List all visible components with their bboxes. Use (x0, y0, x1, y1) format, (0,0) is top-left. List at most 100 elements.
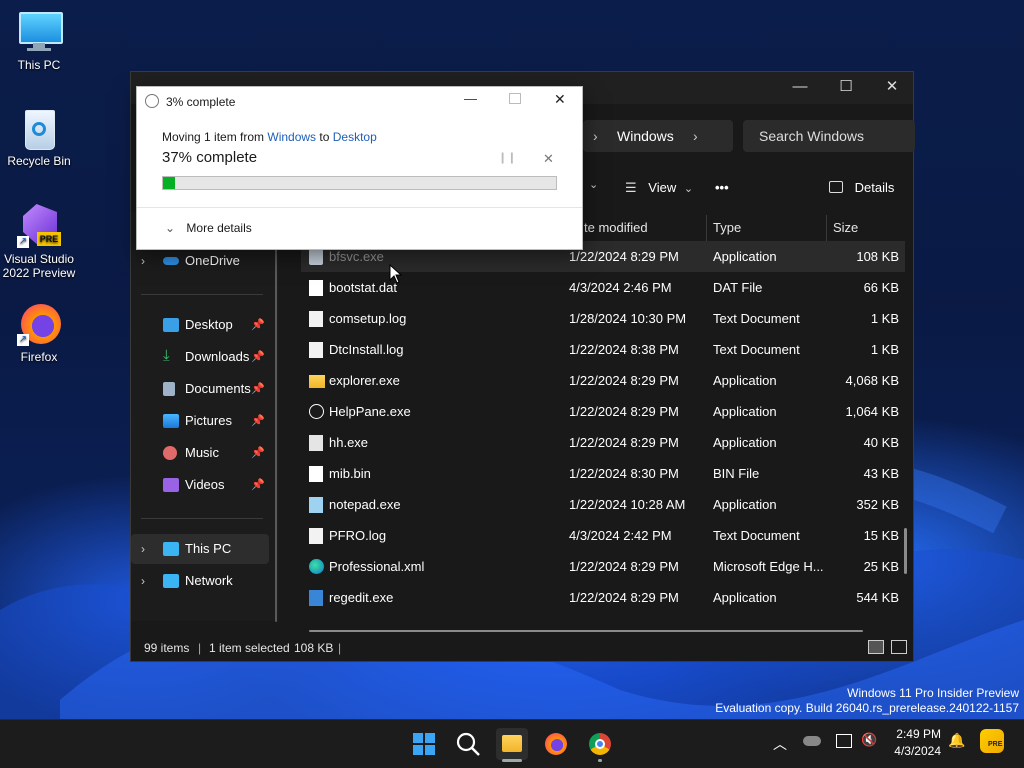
chevron-right-icon: › (141, 254, 145, 268)
desktop-icon-label: Recycle Bin (7, 154, 71, 168)
vertical-scrollbar[interactable] (904, 528, 907, 574)
desktop-icon-label: Visual Studio 2022 Preview (2, 252, 76, 280)
breadcrumb-windows[interactable]: Windows (617, 120, 674, 152)
destination-link[interactable]: Desktop (333, 130, 377, 144)
cancel-button[interactable]: ✕ (543, 151, 554, 167)
dialog-title: 3% complete (166, 95, 236, 109)
column-header-type[interactable]: Type (713, 215, 741, 241)
more-details-button[interactable]: ⌄ More details (165, 221, 252, 235)
table-row[interactable]: Professional.xml 1/22/2024 8:29 PM Microso… (301, 551, 905, 582)
search-input[interactable]: Search Windows (759, 120, 864, 152)
nav-item-this-pc[interactable]: › This PC (131, 534, 269, 564)
nav-item-music[interactable]: Music 📌 (131, 438, 269, 468)
video-icon (163, 478, 179, 492)
start-button[interactable] (408, 728, 440, 760)
file-name: PFRO.log (329, 528, 387, 543)
table-row[interactable]: mib.bin 1/22/2024 8:30 PM BIN File 43 KB (301, 458, 905, 489)
notification-bell-icon[interactable]: 🔔 (948, 732, 965, 749)
maximize-button[interactable]: ☐ (823, 72, 869, 102)
file-type: BIN File (713, 466, 760, 481)
network-tray-icon[interactable] (836, 734, 852, 748)
column-header-size[interactable]: Size (833, 215, 858, 241)
nav-item-desktop[interactable]: Desktop 📌 (131, 310, 269, 340)
file-name: mib.bin (329, 466, 371, 481)
hh-icon (309, 435, 323, 451)
pause-button[interactable]: ❙❙ (498, 151, 516, 164)
firefox-taskbar-button[interactable] (540, 728, 572, 760)
recycle-bin-icon (17, 106, 61, 150)
volume-muted-icon[interactable]: 🔇 (861, 732, 877, 748)
nav-item-pictures[interactable]: Pictures 📌 (131, 406, 269, 436)
file-name: Professional.xml (329, 559, 425, 574)
file-date: 1/22/2024 8:29 PM (569, 435, 679, 450)
percent-complete: 37% complete (162, 149, 258, 166)
table-row[interactable]: comsetup.log 1/28/2024 10:30 PM Text Docum… (301, 303, 905, 334)
source-link[interactable]: Windows (267, 130, 316, 144)
table-row[interactable]: explorer.exe 1/22/2024 8:29 PM Application… (301, 365, 905, 396)
nav-item-downloads[interactable]: ⤓ Downloads 📌 (131, 342, 269, 372)
table-row[interactable]: PFRO.log 4/3/2024 2:42 PM Text Document 15 … (301, 520, 905, 551)
moving-description: Moving 1 item from Windows to Desktop (162, 130, 377, 144)
desktop-icon-this-pc[interactable]: This PC (0, 10, 78, 72)
clock-time[interactable]: 2:49 PM (895, 727, 941, 741)
desktop-icon-firefox[interactable]: ↗ Firefox (0, 302, 78, 364)
chevron-right-icon: › (593, 128, 598, 144)
nav-scrollbar[interactable] (275, 242, 277, 622)
table-row[interactable]: notepad.exe 1/22/2024 10:28 AM Application… (301, 489, 905, 520)
nav-item-videos[interactable]: Videos 📌 (131, 470, 269, 500)
desktop-icon-visual-studio[interactable]: PRE ↗ Visual Studio 2022 Preview (0, 204, 78, 280)
file-icon (309, 466, 323, 482)
file-name: notepad.exe (329, 497, 401, 512)
file-size: 1,064 KB (845, 404, 900, 419)
table-row[interactable]: hh.exe 1/22/2024 8:29 PM Application 40 KB (301, 427, 905, 458)
clock-date[interactable]: 4/3/2024 (889, 744, 941, 758)
search-box[interactable]: Search Windows (743, 120, 915, 152)
file-type: Text Document (713, 342, 800, 357)
table-row[interactable]: DtcInstall.log 1/22/2024 8:38 PM Text Docu… (301, 334, 905, 365)
folder-app-icon (309, 375, 325, 388)
picture-icon (163, 414, 179, 428)
folder-icon (502, 735, 522, 752)
nav-label: Network (185, 573, 233, 588)
file-date: 1/22/2024 8:29 PM (569, 249, 679, 264)
file-type: Application (713, 435, 777, 450)
table-row[interactable]: HelpPane.exe 1/22/2024 8:29 PM Application… (301, 396, 905, 427)
nav-item-network[interactable]: › Network (131, 566, 269, 596)
desktop-icon-recycle-bin[interactable]: Recycle Bin (0, 106, 78, 168)
close-button[interactable]: ✕ (869, 72, 915, 102)
file-explorer-taskbar-button[interactable] (496, 728, 528, 762)
copy-progress-dialog[interactable]: 3% complete — ✕ Moving 1 item from Windo… (136, 86, 583, 250)
help-icon (309, 404, 324, 419)
horizontal-scrollbar[interactable] (309, 630, 863, 632)
minimize-button[interactable]: — (777, 72, 823, 102)
column-divider[interactable] (826, 215, 827, 241)
file-icon (309, 280, 323, 296)
dialog-minimize-button[interactable]: — (464, 91, 477, 106)
tiles-view-icon[interactable] (891, 640, 907, 654)
nav-item-documents[interactable]: Documents 📌 (131, 374, 269, 404)
more-options-button[interactable]: ••• (715, 176, 729, 200)
table-row[interactable]: regedit.exe 1/22/2024 8:29 PM Application 5… (301, 582, 905, 613)
details-view-icon[interactable] (868, 640, 884, 654)
chrome-taskbar-button[interactable] (584, 728, 616, 762)
copilot-pre-icon[interactable]: PRE (980, 729, 1004, 753)
active-indicator (502, 759, 522, 762)
dialog-close-button[interactable]: ✕ (554, 91, 566, 108)
details-label: Details (854, 180, 895, 195)
details-pane-button[interactable]: Details (829, 176, 894, 200)
desktop-folder-icon (163, 318, 179, 332)
chevron-up-icon[interactable]: ︿ (773, 734, 787, 754)
address-bar[interactable]: › Windows › (583, 120, 733, 152)
nav-item-onedrive[interactable]: › OneDrive (131, 246, 269, 276)
nav-label: OneDrive (185, 253, 240, 268)
desktop-icon-label: Firefox (20, 350, 58, 364)
dialog-maximize-button[interactable] (509, 93, 521, 104)
pin-icon: 📌 (251, 447, 265, 459)
dialog-divider (137, 207, 582, 208)
column-divider[interactable] (706, 215, 707, 241)
file-name: comsetup.log (329, 311, 407, 326)
view-button[interactable]: ☰ View ⌄ (625, 176, 693, 200)
onedrive-tray-icon[interactable] (803, 736, 821, 746)
search-button[interactable] (452, 728, 484, 760)
column-header-date[interactable]: te modified (584, 215, 648, 241)
